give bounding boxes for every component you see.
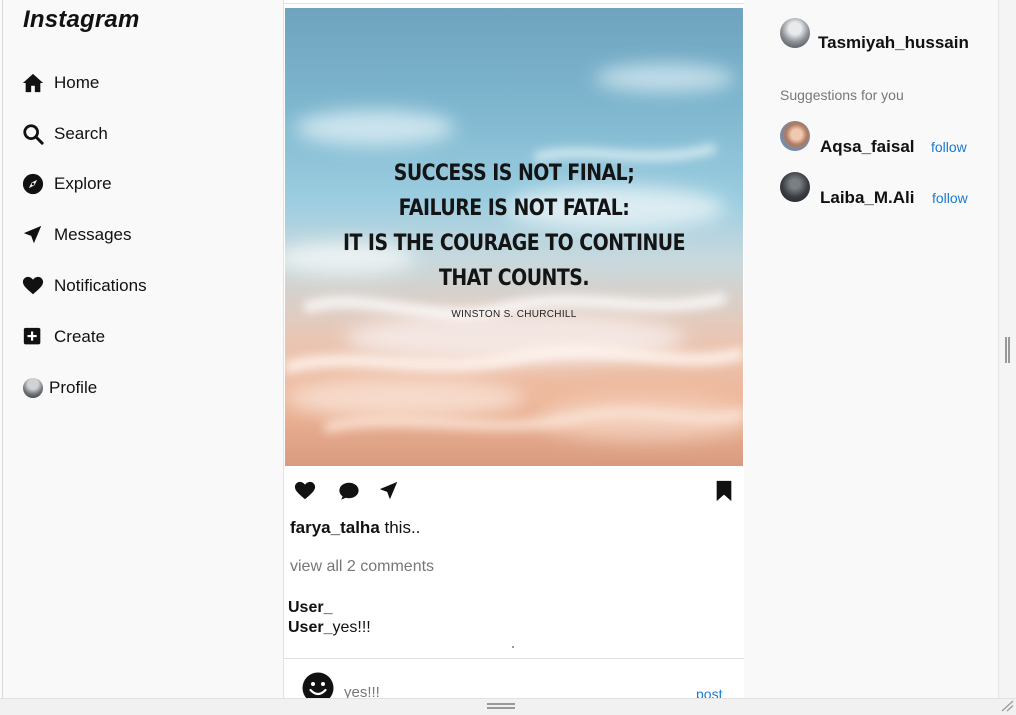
comment-composer: post	[284, 664, 744, 698]
right-panel: Tasmiyah_hussain Suggestions for you Aqs…	[744, 0, 998, 698]
view-all-comments-link[interactable]: view all 2 comments	[290, 558, 434, 576]
nav-explore[interactable]: Explore	[21, 169, 112, 199]
nav-label: Explore	[54, 174, 112, 193]
save-button[interactable]	[711, 478, 737, 504]
share-button[interactable]	[376, 478, 402, 504]
comment: User_	[288, 599, 332, 617]
post-image[interactable]: SUCCESS IS NOT FINAL; FAILURE IS NOT FAT…	[285, 8, 743, 466]
avatar	[23, 378, 43, 398]
nav-label: Profile	[49, 378, 98, 397]
quote-line: SUCCESS IS NOT FINAL;	[393, 161, 635, 186]
avatar[interactable]	[780, 121, 810, 151]
comment-button[interactable]	[336, 478, 362, 504]
send-icon	[21, 223, 45, 247]
nav-search[interactable]: Search	[21, 119, 108, 149]
profile-username[interactable]: Tasmiyah_hussain	[818, 33, 969, 53]
suggestion-name[interactable]: Aqsa_faisal	[820, 137, 915, 157]
bookmark-icon	[716, 480, 732, 502]
comment-input[interactable]	[344, 684, 644, 698]
caption-text: this..	[379, 518, 421, 537]
follow-button[interactable]: follow	[931, 139, 967, 155]
dot-marker	[512, 646, 514, 648]
heart-icon	[21, 274, 45, 298]
send-icon	[379, 481, 398, 500]
nav-label: Search	[54, 124, 108, 143]
nav-label: Home	[54, 73, 100, 92]
resize-corner-icon[interactable]	[1000, 700, 1014, 712]
comment-user[interactable]: User_	[288, 599, 332, 616]
nav-profile[interactable]: Profile	[21, 373, 97, 403]
quote-line: THAT COUNTS.	[438, 266, 590, 291]
emoji-icon[interactable]	[302, 672, 334, 698]
nav-home[interactable]: Home	[21, 68, 99, 98]
resize-handle-horizontal[interactable]	[487, 703, 515, 709]
like-button[interactable]	[292, 478, 318, 504]
avatar[interactable]	[780, 18, 810, 48]
profile-avatar-icon	[21, 376, 45, 400]
post-username[interactable]: farya_talha	[290, 518, 380, 537]
post-comment-button[interactable]: post	[696, 686, 722, 698]
post-quote: SUCCESS IS NOT FINAL; FAILURE IS NOT FAT…	[317, 156, 711, 296]
app-window: Instagram Home Search Explore Messages N…	[0, 0, 1016, 715]
nav-label: Notifications	[54, 276, 147, 295]
quote-line: FAILURE IS NOT FATAL:	[398, 196, 630, 221]
home-icon	[21, 71, 45, 95]
comment-user[interactable]: User_	[288, 619, 332, 636]
nav-label: Create	[54, 327, 106, 346]
plus-square-icon	[21, 325, 45, 349]
avatar[interactable]	[780, 172, 810, 202]
heart-icon	[294, 481, 316, 500]
suggestion-item: Laiba_M.Ali follow	[780, 172, 990, 207]
comment: User_yes!!!	[288, 619, 371, 637]
follow-button[interactable]: follow	[932, 190, 968, 206]
comment-text: yes!!!	[332, 619, 371, 636]
nav-create[interactable]: Create	[21, 322, 105, 352]
comment-icon	[339, 482, 359, 500]
post-caption: farya_talha this..	[290, 518, 420, 538]
feed-post: SUCCESS IS NOT FINAL; FAILURE IS NOT FAT…	[283, 0, 745, 698]
resize-handle-vertical[interactable]	[1005, 337, 1010, 363]
quote-author: WINSTON S. CHURCHILL	[451, 309, 577, 320]
suggestion-name[interactable]: Laiba_M.Ali	[820, 188, 914, 208]
quote-line: IT IS THE COURAGE TO CONTINUE	[342, 231, 686, 256]
search-icon	[21, 122, 45, 146]
suggestions-title: Suggestions for you	[780, 87, 904, 103]
divider	[284, 658, 744, 659]
nav-label: Messages	[54, 225, 132, 244]
divider	[284, 3, 744, 4]
brand-logo[interactable]: Instagram	[23, 6, 140, 34]
sidebar: Instagram Home Search Explore Messages N…	[3, 0, 283, 698]
suggestion-item: Aqsa_faisal follow	[780, 121, 990, 156]
compass-icon	[21, 172, 45, 196]
nav-notifications[interactable]: Notifications	[21, 271, 147, 301]
post-actions	[284, 476, 742, 504]
nav-messages[interactable]: Messages	[21, 220, 131, 250]
